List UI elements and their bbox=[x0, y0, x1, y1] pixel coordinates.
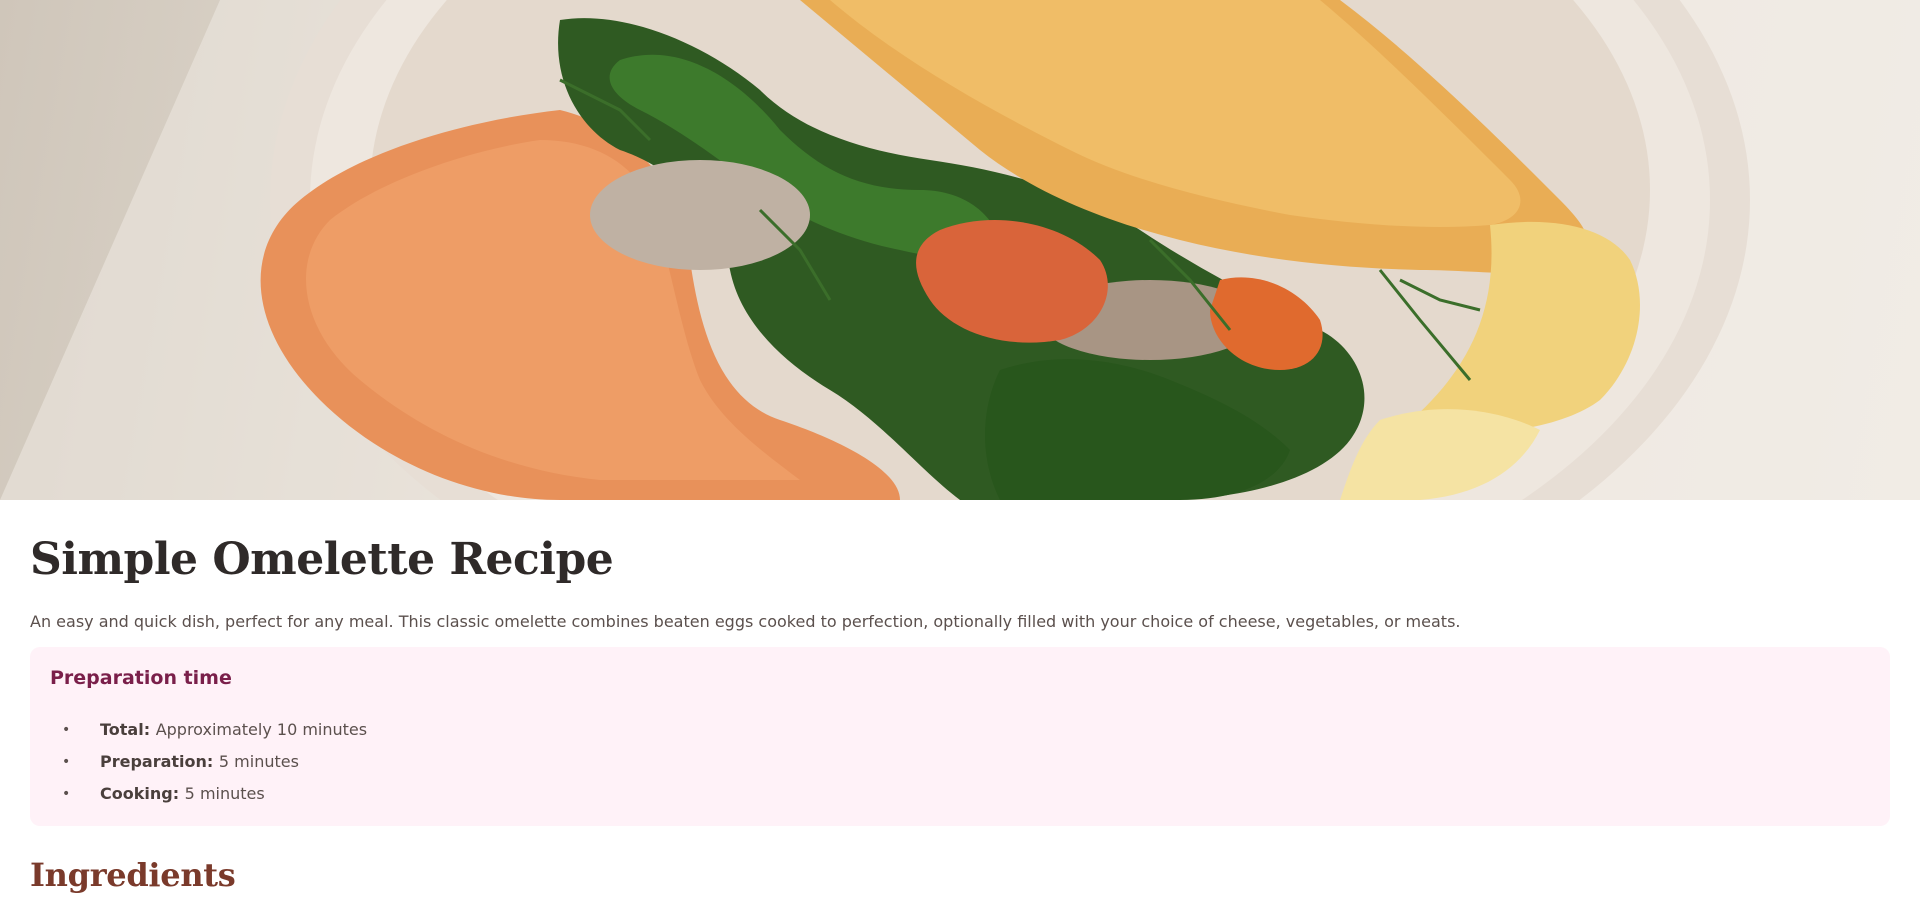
preparation-time-heading: Preparation time bbox=[50, 667, 232, 690]
list-item: • Total: Approximately 10 minutes bbox=[50, 714, 1870, 746]
bullet-icon: • bbox=[62, 722, 71, 739]
page-title: Simple Omelette Recipe bbox=[30, 534, 614, 585]
preparation-time-list: • Total: Approximately 10 minutes • Prep… bbox=[50, 714, 1870, 810]
prep-item-label: Preparation: bbox=[100, 752, 219, 772]
bullet-icon: • bbox=[62, 754, 71, 771]
recipe-intro: An easy and quick dish, perfect for any … bbox=[30, 611, 1461, 631]
list-item: • Preparation: 5 minutes bbox=[50, 746, 1870, 778]
preparation-time-card: Preparation time • Total: Approximately … bbox=[30, 647, 1890, 827]
hero-image bbox=[0, 0, 1920, 500]
prep-item-value: 5 minutes bbox=[184, 784, 265, 804]
omelette-illustration bbox=[0, 0, 1920, 500]
prep-item-value: Approximately 10 minutes bbox=[155, 720, 368, 740]
bullet-icon: • bbox=[62, 786, 71, 803]
prep-item-value: 5 minutes bbox=[218, 752, 299, 772]
ingredients-heading: Ingredients bbox=[30, 856, 236, 895]
list-item: • Cooking: 5 minutes bbox=[50, 778, 1870, 810]
prep-item-label: Total: bbox=[100, 720, 156, 740]
recipe-content: Simple Omelette Recipe An easy and quick… bbox=[0, 534, 1920, 894]
prep-item-label: Cooking: bbox=[100, 784, 185, 804]
